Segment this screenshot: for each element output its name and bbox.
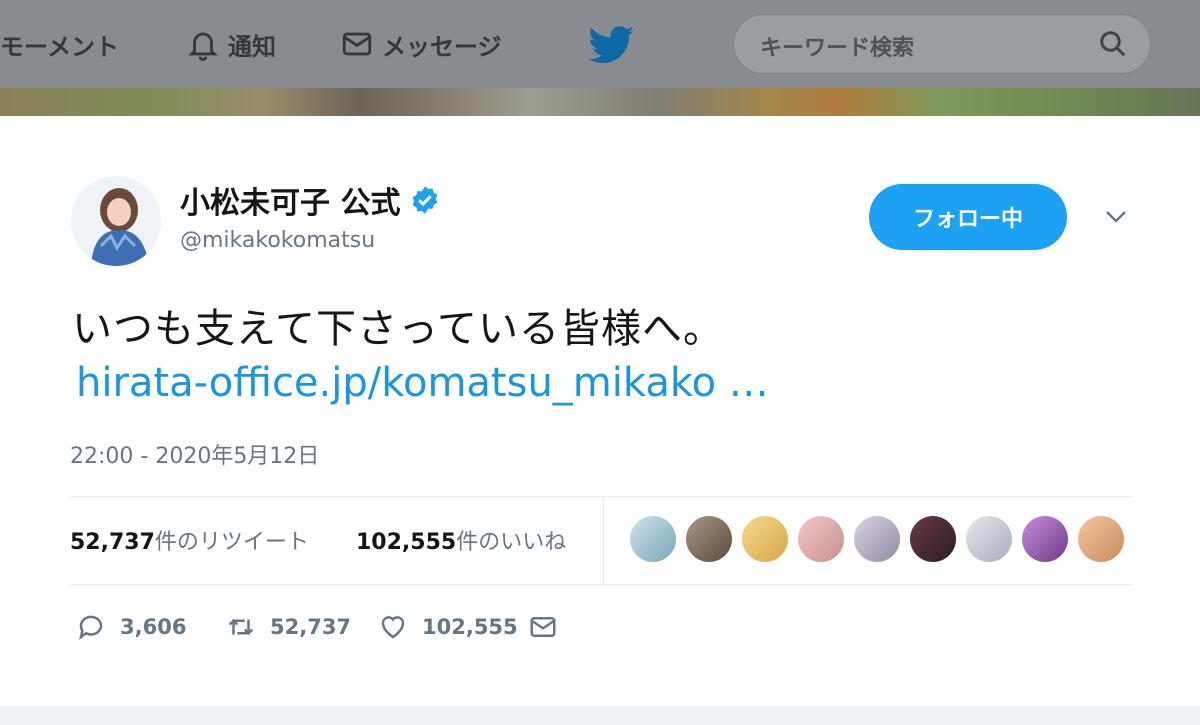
divider <box>70 496 1132 497</box>
avatar[interactable] <box>71 176 161 266</box>
liker-avatar[interactable] <box>686 516 732 562</box>
liker-avatar[interactable] <box>798 516 844 562</box>
like-count: 102,555 <box>422 615 518 639</box>
page-background <box>0 706 1200 725</box>
retweet-count: 52,737 <box>270 615 352 639</box>
liker-avatar[interactable] <box>1078 516 1124 562</box>
retweet-stat[interactable]: 52,737件のリツイート <box>70 524 309 556</box>
reply-count: 3,606 <box>120 615 187 639</box>
top-navigation-bar: モーメント 通知 メッセージ キーワード検索 <box>0 0 1200 88</box>
search-placeholder: キーワード検索 <box>760 36 915 61</box>
reply-icon <box>79 615 103 640</box>
search-input[interactable]: キーワード検索 <box>733 14 1151 74</box>
chevron-down-icon[interactable] <box>1103 206 1129 226</box>
tweet-text: いつも支えて下さっている皆様へ。 <box>72 306 724 352</box>
like-stat-count: 102,555 <box>356 530 457 555</box>
author-name-row: 小松未可子 公式 <box>180 178 440 222</box>
liker-avatar[interactable] <box>630 516 676 562</box>
divider <box>70 584 1132 585</box>
heart-icon <box>381 616 405 639</box>
retweet-icon <box>228 618 254 636</box>
reply-button[interactable]: 3,606 <box>76 612 186 642</box>
direct-message-icon <box>530 617 556 637</box>
like-stat-label: 件のいいね <box>456 530 567 555</box>
nav-notifications-label: 通知 <box>228 32 276 61</box>
liker-avatars <box>630 516 1124 562</box>
liker-avatar[interactable] <box>854 516 900 562</box>
envelope-icon <box>342 32 372 56</box>
retweet-stat-label: 件のリツイート <box>154 530 309 555</box>
following-button[interactable]: フォロー中 <box>869 184 1067 250</box>
like-stat[interactable]: 102,555件のいいね <box>356 524 566 556</box>
liker-avatar[interactable] <box>910 516 956 562</box>
author-name[interactable]: 小松未可子 公式 <box>180 178 400 222</box>
nav-moments[interactable]: モーメント <box>0 26 119 62</box>
twitter-bird-icon[interactable] <box>588 26 634 64</box>
liker-avatar[interactable] <box>966 516 1012 562</box>
verified-badge-icon <box>413 186 438 214</box>
retweet-stat-count: 52,737 <box>70 530 155 555</box>
nav-messages[interactable]: メッセージ <box>340 26 502 62</box>
profile-banner <box>0 88 1200 116</box>
divider <box>603 496 604 584</box>
liker-avatar[interactable] <box>1022 516 1068 562</box>
tweet-link[interactable]: hirata-office.jp/komatsu_mikako … <box>76 360 769 406</box>
like-button[interactable]: 102,555 <box>378 612 518 642</box>
search-icon[interactable] <box>1098 29 1128 59</box>
liker-avatar[interactable] <box>742 516 788 562</box>
tweet-timestamp[interactable]: 22:00 - 2020年5月12日 <box>70 438 319 470</box>
nav-notifications[interactable]: 通知 <box>186 26 276 62</box>
direct-message-button[interactable] <box>528 612 558 642</box>
nav-messages-label: メッセージ <box>382 32 502 61</box>
bell-icon <box>188 32 218 61</box>
author-handle[interactable]: @mikakokomatsu <box>180 228 375 253</box>
retweet-button[interactable]: 52,737 <box>226 612 351 642</box>
tweet-card: 小松未可子 公式 @mikakokomatsu フォロー中 いつも支えて下さって… <box>0 116 1200 706</box>
nav-moments-label: モーメント <box>0 32 120 61</box>
